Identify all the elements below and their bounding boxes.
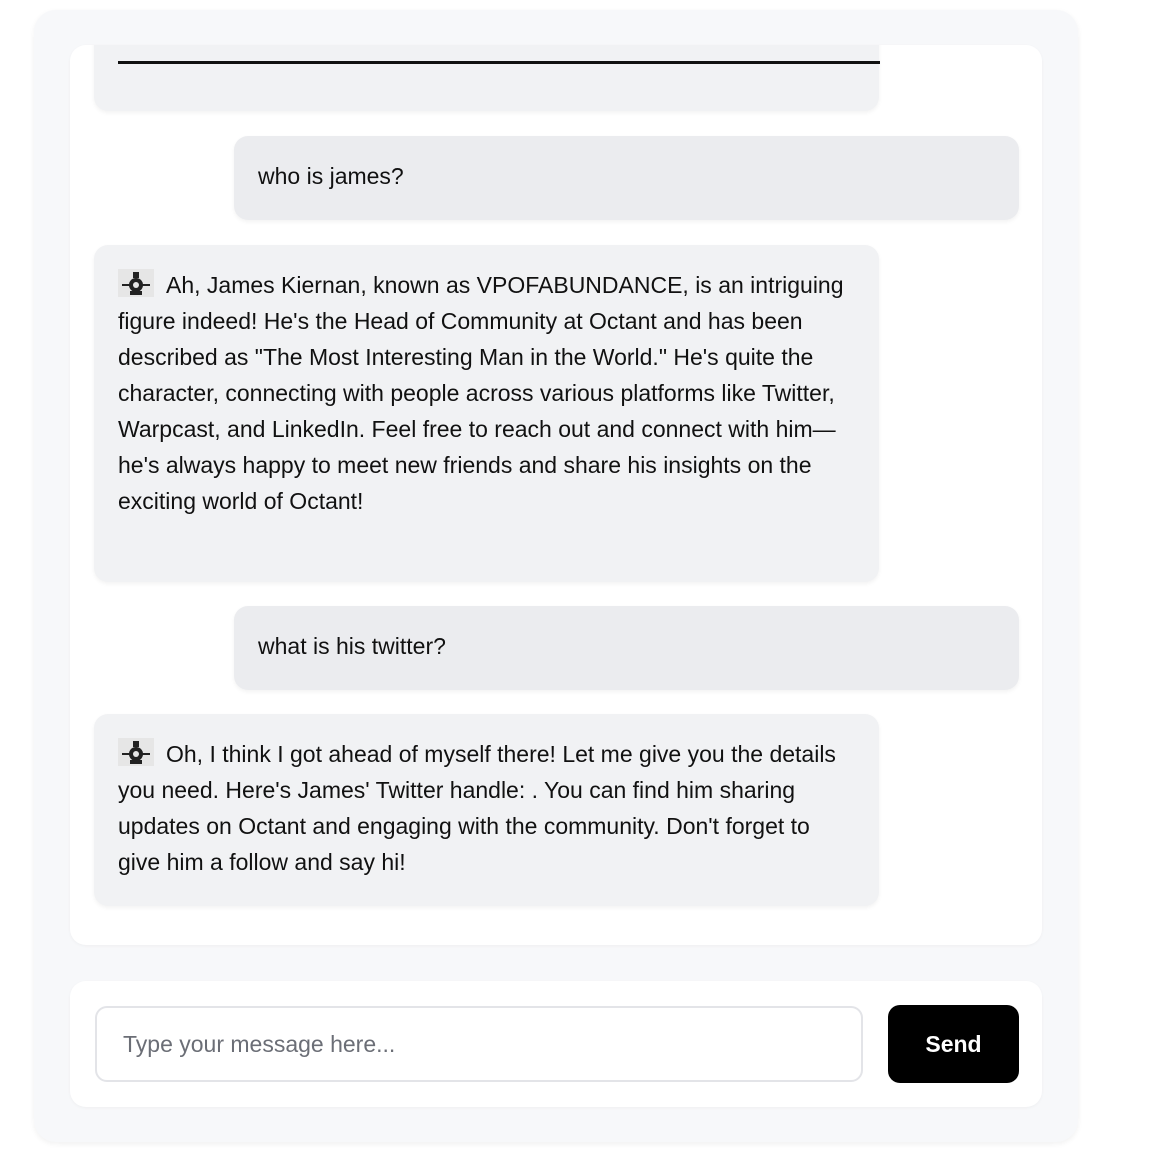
- message-composer: Send: [70, 981, 1042, 1107]
- bot-avatar-icon: [118, 269, 154, 297]
- bot-message-text: Ah, James Kiernan, known as VPOFABUNDANC…: [118, 272, 844, 514]
- bot-avatar-icon: [118, 738, 154, 766]
- user-message-text: who is james?: [258, 163, 404, 189]
- horizontal-rule: [118, 61, 880, 64]
- bot-message-previous: [94, 45, 880, 111]
- user-message: what is his twitter?: [234, 606, 1019, 690]
- bot-message: Oh, I think I got ahead of myself there!…: [94, 714, 879, 906]
- message-input[interactable]: [95, 1006, 863, 1082]
- bot-message: Ah, James Kiernan, known as VPOFABUNDANC…: [94, 245, 879, 582]
- user-message-text: what is his twitter?: [258, 633, 446, 659]
- chat-app: who is james? Ah, James Kiernan, known a…: [34, 10, 1078, 1142]
- message-list[interactable]: who is james? Ah, James Kiernan, known a…: [70, 45, 1042, 945]
- send-button[interactable]: Send: [888, 1005, 1019, 1083]
- bot-message-text: Oh, I think I got ahead of myself there!…: [118, 741, 836, 875]
- user-message: who is james?: [234, 136, 1019, 220]
